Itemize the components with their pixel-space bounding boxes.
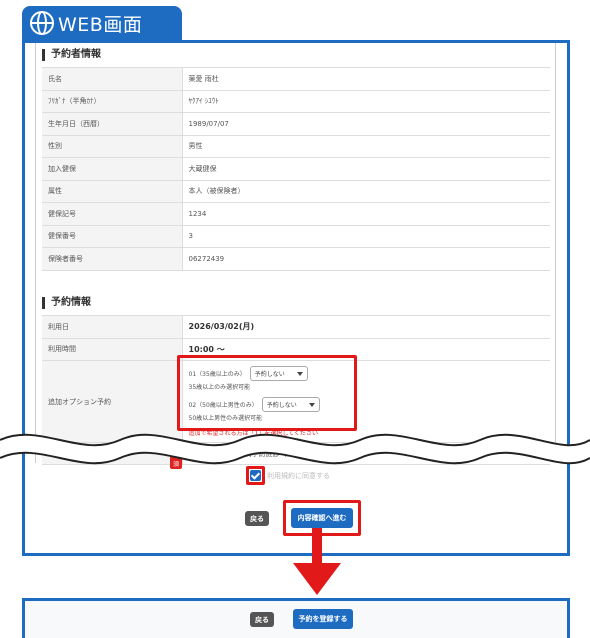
register-button[interactable]: 予約を登録する [293,609,353,629]
down-arrow-icon [293,563,341,595]
row-value: 06272439 [182,247,550,271]
row-label: 属性 [42,179,183,203]
table-row: 利用日 2026/03/02(月) [42,315,550,339]
row-value: 1989/07/07 [182,112,550,136]
reserver-info-title: 予約者情報 [42,49,101,61]
row-value: 大蔵健保 [182,157,550,181]
web-screen-label: WEB画面 [58,13,143,36]
row-label: 加入健保 [42,157,183,181]
reserver-info-table: 氏名 薬愛 雨杜 ﾌﾘｶﾞﾅ（半角ｶﾅ） ﾔｸｱｲ ｼﾕｳﾄ 生年月日（西暦） 1989/… [42,67,550,271]
table-row: ﾌﾘｶﾞﾅ（半角ｶﾅ） ﾔｸｱｲ ｼﾕｳﾄ [42,89,550,113]
row-label: 健保番号 [42,224,183,248]
row-label: 保険者番号 [42,247,183,271]
row-label: 生年月日（西暦） [42,112,183,136]
confirm-highlight [283,500,361,536]
down-arrow-shaft [312,528,322,566]
date-value: 2026/03/02(月) [182,315,550,339]
agree-row: 利用規約に同意する [250,470,330,481]
row-value: 3 [182,224,550,248]
table-row: 氏名 薬愛 雨杜 [42,67,550,91]
date-label: 利用日 [42,315,183,339]
row-value: 1234 [182,202,550,226]
row-label: ﾌﾘｶﾞﾅ（半角ｶﾅ） [42,89,183,113]
table-row: 生年月日（西暦） 1989/07/07 [42,112,550,136]
row-label: 健保記号 [42,202,183,226]
globe-icon [30,11,54,35]
row-value: 本人（被保険者） [182,179,550,203]
row-value: 男性 [182,134,550,158]
table-row: 健保記号 1234 [42,202,550,226]
time-label: 利用時間 [42,337,183,361]
row-value: 薬愛 雨杜 [182,67,550,91]
agree-label: 利用規約に同意する [267,471,330,480]
row-label: 性別 [42,134,183,158]
table-row: 加入健保 大蔵健保 [42,157,550,181]
reservation-info-title: 予約情報 [42,297,91,309]
back-button[interactable]: 戻る [245,511,269,526]
agree-checkbox[interactable] [250,470,261,481]
table-row: 性別 男性 [42,134,550,158]
omission-wave [0,433,590,465]
table-row: 属性 本人（被保険者） [42,179,550,203]
table-row: 保険者番号 06272439 [42,247,550,271]
row-value: ﾔｸｱｲ ｼﾕｳﾄ [182,89,550,113]
table-row: 健保番号 3 [42,224,550,248]
row-label: 氏名 [42,67,183,91]
back-button-2[interactable]: 戻る [250,612,274,627]
web-screen-tag: WEB画面 [22,6,182,40]
